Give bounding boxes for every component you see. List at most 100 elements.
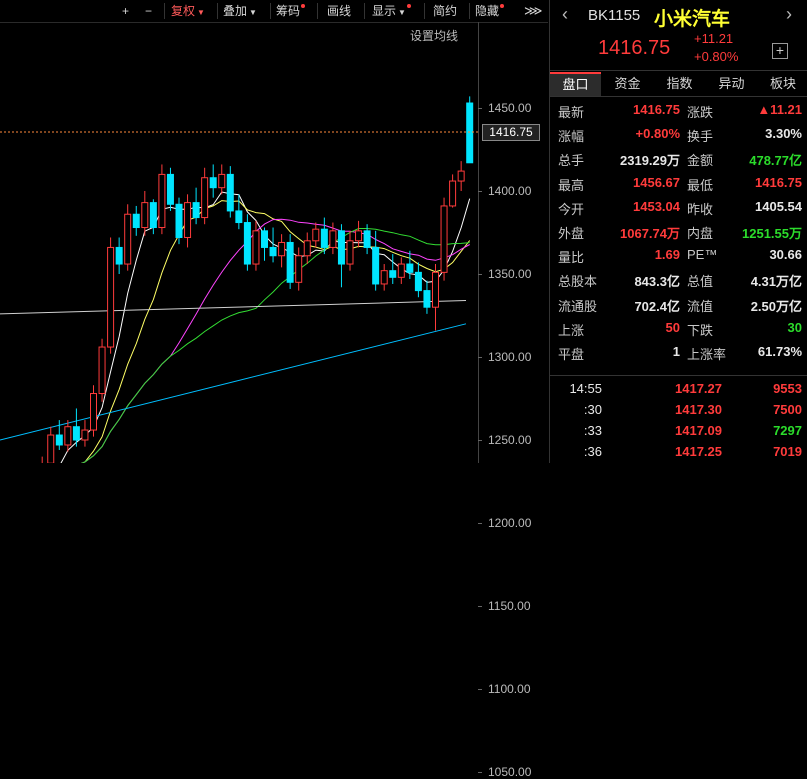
candle: [115, 237, 123, 274]
quote-label: 昨收: [687, 201, 714, 217]
tick-time: :36: [583, 444, 602, 459]
quote-row: 外盘 1067.74万 内盘 1251.55万: [550, 219, 807, 243]
tick-row: :33 1417.09 7297: [550, 421, 807, 442]
candle: [166, 167, 174, 211]
tab-bankuai[interactable]: 板块: [758, 72, 807, 96]
quote-label: 最低: [687, 177, 714, 193]
candle: [423, 280, 431, 314]
quote-row: 最新 1416.75 涨跌 ▲11.21: [550, 98, 807, 122]
candle: [149, 199, 157, 235]
quote-label: 总手: [558, 153, 585, 169]
quote-label: 上涨率: [687, 347, 727, 362]
quote-value: +0.80%: [635, 126, 680, 142]
quote-value: 1456.67: [633, 174, 680, 190]
price-tick-label: 1300.00: [488, 350, 532, 364]
tick-volume: 7500: [773, 402, 802, 417]
price-tick-label: 1050.00: [488, 765, 532, 779]
kline-chart-area[interactable]: + − 复权 ▼ 叠加 ▼ 筹码 画线 显示 ▼ 简约 隐藏 ⋙ 设置均线 1450.…: [0, 0, 549, 779]
price-tick-label: 1250.00: [488, 433, 532, 447]
quote-row: 流通股 702.4亿 流值 2.50万亿: [550, 292, 807, 316]
quote-row: 总股本 843.3亿 总值 4.31万亿: [550, 267, 807, 291]
candle: [124, 204, 132, 271]
quote-row: 总手 2319.29万 金额 478.77亿: [550, 146, 807, 170]
candle: [158, 164, 166, 235]
candle: [278, 234, 286, 268]
prev-stock-icon[interactable]: ‹: [562, 4, 568, 25]
add-watchlist-button[interactable]: +: [772, 43, 788, 59]
candle: [132, 205, 140, 236]
quote-label: 流值: [687, 298, 714, 314]
stock-name: 小米汽车: [654, 9, 731, 30]
next-stock-icon[interactable]: ›: [786, 4, 792, 25]
quote-row: 涨幅 +0.80% 换手 3.30%: [550, 122, 807, 146]
candle: [107, 237, 115, 354]
price-change-pct: +0.80%: [694, 49, 739, 64]
candle: [406, 250, 414, 279]
candle: [192, 187, 200, 225]
quote-header: ‹ BK1155 小米汽车 › 1416.75 +11.21 +0.80% +: [550, 0, 807, 71]
quote-row: 上涨 50 下跌 30: [550, 316, 807, 340]
stock-code: BK1155: [588, 7, 641, 24]
tick-volume: 7019: [773, 444, 802, 459]
candle: [355, 220, 363, 248]
tick-volume: 9553: [773, 381, 802, 396]
candle: [440, 197, 448, 281]
quote-value: 2.50万亿: [750, 298, 802, 314]
quote-value: 3.30%: [765, 126, 802, 142]
quote-label: 换手: [687, 129, 714, 145]
price-tick-label: 1100.00: [488, 682, 531, 696]
price-tick-label: 1400.00: [488, 184, 532, 198]
quote-label: 平盘: [558, 347, 585, 362]
tick-time: 14:55: [569, 381, 602, 396]
candle: [184, 194, 192, 248]
candle: [41, 456, 43, 463]
candle: [209, 164, 217, 198]
quote-label: 外盘: [558, 226, 585, 241]
latest-price: 1416.75: [598, 37, 671, 59]
quote-row: 今开 1453.04 昨收 1405.54: [550, 195, 807, 219]
quote-value: 1.69: [654, 247, 680, 263]
tab-zijin[interactable]: 资金: [602, 72, 653, 96]
quote-value: 1251.55万: [742, 226, 802, 241]
tick-time: :33: [583, 423, 602, 438]
quote-panel: ‹ BK1155 小米汽车 › 1416.75 +11.21 +0.80% + …: [549, 0, 807, 463]
quote-value: 50: [665, 319, 680, 335]
quote-value: ▲11.21: [757, 102, 802, 117]
quote-value: 843.3亿: [634, 274, 680, 290]
price-axis: [478, 22, 549, 463]
tab-zhishu[interactable]: 指数: [654, 72, 705, 96]
candle: [397, 257, 405, 284]
quote-row: 平盘 1 上涨率 61.73%: [550, 340, 807, 364]
tick-price: 1417.25: [675, 444, 722, 459]
price-tick-label: 1150.00: [488, 599, 531, 613]
kline-chart: [0, 96, 478, 463]
price-tick-label: 1200.00: [488, 516, 532, 530]
candle: [312, 222, 320, 248]
quote-label: 金额: [687, 153, 714, 169]
candle: [141, 191, 149, 236]
quote-value: 1453.04: [633, 198, 680, 214]
current-price-tag: 1416.75: [482, 124, 540, 141]
tick-price: 1417.09: [675, 423, 722, 438]
candle: [286, 234, 294, 289]
quote-value: 1416.75: [755, 174, 802, 190]
price-tick-label: 1450.00: [488, 101, 532, 115]
tick-time: :30: [583, 402, 602, 417]
quote-value: 30: [787, 319, 802, 335]
candle: [414, 262, 422, 298]
quote-value: 2319.29万: [620, 153, 680, 169]
quote-label: 总股本: [558, 274, 598, 290]
quote-label: 总值: [687, 274, 714, 290]
tick-price: 1417.27: [675, 381, 722, 396]
candle: [457, 161, 465, 191]
tick-row: :36 1417.25 7019: [550, 442, 807, 463]
tab-yidong[interactable]: 异动: [706, 72, 757, 96]
candle: [226, 166, 234, 218]
candle: [372, 230, 380, 291]
quote-label: 涨幅: [558, 129, 585, 145]
quote-value: 30.66: [769, 247, 802, 263]
candle: [295, 247, 303, 291]
candle: [243, 214, 251, 271]
tab-pankou[interactable]: 盘口: [550, 72, 601, 96]
ma5-line: [60, 191, 471, 463]
